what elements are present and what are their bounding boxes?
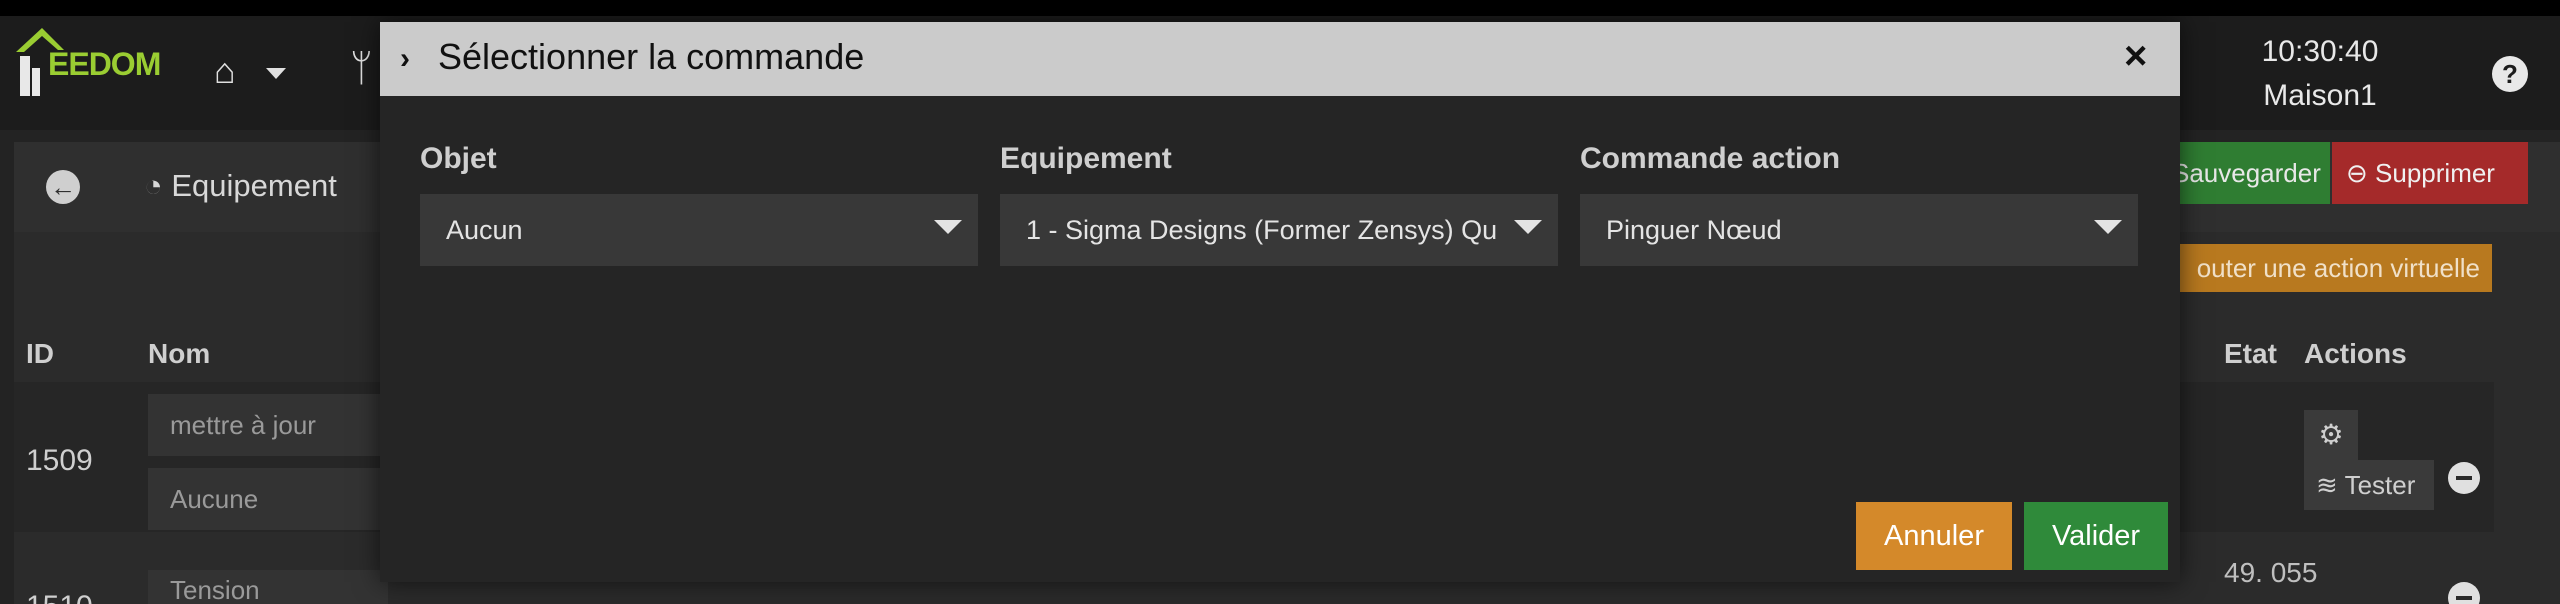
stethoscope-icon[interactable]: ᛘ bbox=[350, 48, 373, 91]
top-border bbox=[0, 0, 2560, 16]
save-button[interactable]: Sauvegarder bbox=[2168, 142, 2330, 204]
command-label: Commande action bbox=[1580, 142, 1841, 175]
chevron-down-icon[interactable] bbox=[266, 68, 286, 79]
object-select-value: Aucun bbox=[446, 215, 523, 245]
state-value: 49. 055 bbox=[2224, 557, 2318, 588]
tab-equipment[interactable]: ◔ Equipement bbox=[144, 168, 337, 204]
sub-select[interactable]: Aucune bbox=[148, 468, 388, 530]
equipment-label: Equipement bbox=[1000, 142, 1172, 175]
modal-title: Sélectionner la commande bbox=[438, 36, 865, 77]
select-command-modal bbox=[380, 22, 2180, 582]
chevron-down-icon bbox=[934, 220, 962, 234]
name-input[interactable]: mettre à jour bbox=[148, 394, 388, 456]
delete-button[interactable]: ⊖ Supprimer bbox=[2332, 142, 2528, 204]
row-id: 1509 bbox=[26, 444, 93, 477]
command-select-value: Pinguer Nœud bbox=[1606, 215, 1782, 245]
equipment-select-value: 1 - Sigma Designs (Former Zensys) Qu bbox=[1026, 215, 1498, 245]
logo-text: EEDOM bbox=[48, 46, 161, 82]
rss-icon: ≋ bbox=[2316, 470, 2338, 500]
test-button[interactable]: ≋ Tester bbox=[2304, 460, 2434, 510]
home-icon[interactable]: ⌂ bbox=[214, 50, 236, 92]
name-input[interactable]: Tension bbox=[148, 570, 388, 604]
equipment-select[interactable]: 1 - Sigma Designs (Former Zensys) Qu bbox=[1000, 194, 1558, 266]
cancel-button[interactable]: Annuler bbox=[1856, 502, 2012, 570]
chevron-down-icon bbox=[1514, 220, 1542, 234]
close-icon[interactable]: × bbox=[2124, 34, 2147, 78]
chevron-down-icon bbox=[2094, 220, 2122, 234]
remove-row-icon[interactable] bbox=[2448, 462, 2480, 494]
row-id: 1510 bbox=[26, 590, 93, 604]
object-select[interactable]: Aucun bbox=[420, 194, 978, 266]
object-label: Objet bbox=[420, 142, 497, 175]
app-root: EEDOM ⌂ ᛘ 10:30:40 Maison1 ? ← ◔ Equipem… bbox=[0, 0, 2560, 604]
back-arrow-icon[interactable]: ← bbox=[46, 170, 80, 204]
gears-icon[interactable]: ⚙ bbox=[2304, 410, 2358, 460]
column-header-id: ID bbox=[26, 338, 54, 369]
column-header-name: Nom bbox=[148, 338, 211, 369]
test-label: Tester bbox=[2344, 470, 2416, 500]
chevron-right-icon: › bbox=[400, 42, 410, 75]
column-header-state: Etat bbox=[2224, 338, 2277, 369]
help-icon[interactable]: ? bbox=[2492, 56, 2528, 92]
location-text: Maison1 bbox=[2263, 79, 2377, 112]
tab-equipment-label: Equipement bbox=[171, 168, 337, 203]
validate-button[interactable]: Valider bbox=[2024, 502, 2168, 570]
add-virtual-action-button[interactable]: outer une action virtuelle bbox=[2160, 244, 2492, 292]
delete-label: Supprimer bbox=[2375, 158, 2495, 188]
minus-circle-icon: ⊖ bbox=[2346, 158, 2368, 188]
command-select[interactable]: Pinguer Nœud bbox=[1580, 194, 2138, 266]
dashboard-icon: ◔ bbox=[144, 168, 163, 203]
clock: 10:30:40 Maison1 bbox=[2240, 30, 2400, 118]
column-header-actions: Actions bbox=[2304, 338, 2407, 369]
time-text: 10:30:40 bbox=[2261, 35, 2379, 68]
